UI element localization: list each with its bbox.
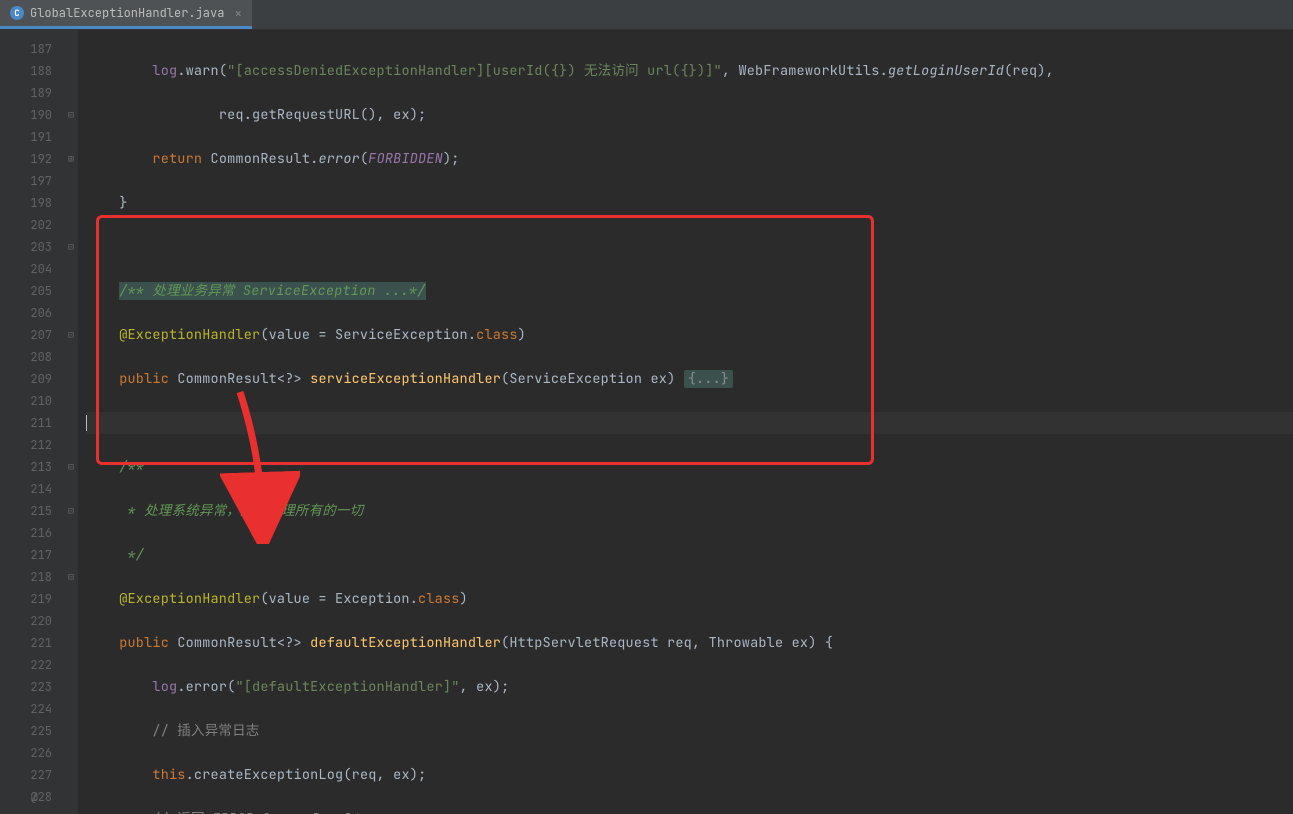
tab-bar: C GlobalExceptionHandler.java × bbox=[0, 0, 1293, 30]
line-number: 217 bbox=[0, 544, 52, 566]
line-number: 198 bbox=[0, 192, 52, 214]
line-number: 219 bbox=[0, 588, 52, 610]
code-line: @ExceptionHandler(value = ServiceExcepti… bbox=[86, 324, 1293, 346]
line-number: 226 bbox=[0, 742, 52, 764]
editor-body: 187 188 189 190 191 192 197 198 202 203 … bbox=[0, 30, 1293, 814]
line-number: 223 bbox=[0, 676, 52, 698]
fold-handle-icon[interactable]: ⊟ bbox=[64, 324, 78, 346]
folded-block[interactable]: {...} bbox=[684, 370, 734, 388]
tab-filename: GlobalExceptionHandler.java bbox=[30, 5, 224, 21]
code-editor[interactable]: log.warn("[accessDeniedExceptionHandler]… bbox=[78, 30, 1293, 814]
code-line: public CommonResult<?> serviceExceptionH… bbox=[86, 368, 1293, 390]
caret-line bbox=[86, 412, 1293, 434]
code-line: log.warn("[accessDeniedExceptionHandler]… bbox=[86, 60, 1293, 82]
line-number: 214 bbox=[0, 478, 52, 500]
line-number: 197 bbox=[0, 170, 52, 192]
code-line bbox=[86, 236, 1293, 258]
line-number: 221 bbox=[0, 632, 52, 654]
line-number: 225 bbox=[0, 720, 52, 742]
line-number: 224 bbox=[0, 698, 52, 720]
close-icon[interactable]: × bbox=[234, 5, 242, 22]
line-number: 212 bbox=[0, 434, 52, 456]
line-number: 189 bbox=[0, 82, 52, 104]
line-number-gutter[interactable]: 187 188 189 190 191 192 197 198 202 203 … bbox=[0, 30, 78, 814]
line-number: 205 bbox=[0, 280, 52, 302]
line-number: 208 bbox=[0, 346, 52, 368]
ide-window: C GlobalExceptionHandler.java × 187 188 … bbox=[0, 0, 1293, 814]
code-line: public CommonResult<?> defaultExceptionH… bbox=[86, 632, 1293, 654]
fold-handle-icon[interactable]: ⊟ bbox=[64, 500, 78, 522]
code-line: // 插入异常日志 bbox=[86, 720, 1293, 742]
code-line: this.createExceptionLog(req, ex); bbox=[86, 764, 1293, 786]
fold-handle-icon[interactable]: ⊞ bbox=[64, 148, 78, 170]
text-caret bbox=[86, 415, 87, 431]
code-line: /** 处理业务异常 ServiceException ...*/ bbox=[86, 280, 1293, 302]
code-line: */ bbox=[86, 544, 1293, 566]
line-number: 203 bbox=[0, 236, 52, 258]
fold-handle-icon[interactable]: ⊟ bbox=[64, 456, 78, 478]
line-number: 227 bbox=[0, 764, 52, 786]
code-line: } bbox=[86, 192, 1293, 214]
code-line: @ExceptionHandler(value = Exception.clas… bbox=[86, 588, 1293, 610]
line-number: 191 bbox=[0, 126, 52, 148]
line-number: 188 bbox=[0, 60, 52, 82]
line-number: 187 bbox=[0, 38, 52, 60]
code-line: /** bbox=[86, 456, 1293, 478]
line-number: 192 bbox=[0, 148, 52, 170]
code-line: * 处理系统异常，兜底处理所有的一切 bbox=[86, 500, 1293, 522]
code-line: req.getRequestURL(), ex); bbox=[86, 104, 1293, 126]
line-number: 218 bbox=[0, 566, 52, 588]
line-number: 204 bbox=[0, 258, 52, 280]
line-number: 202 bbox=[0, 214, 52, 236]
line-number: 220 bbox=[0, 610, 52, 632]
line-number: 215 bbox=[0, 500, 52, 522]
fold-handle-icon[interactable]: ⊟ bbox=[64, 236, 78, 258]
fold-handle-icon[interactable]: ⊟ bbox=[64, 566, 78, 588]
java-class-icon: C bbox=[10, 6, 24, 20]
code-line: return CommonResult.error(FORBIDDEN); bbox=[86, 148, 1293, 170]
line-number: 213 bbox=[0, 456, 52, 478]
line-number: 190 bbox=[0, 104, 52, 126]
fold-column[interactable]: ⊟ ⊞ ⊟ ⊟ ⊟ ⊟ ⊟ bbox=[64, 38, 78, 808]
fold-handle-icon[interactable]: ⊟ bbox=[64, 104, 78, 126]
line-number: 211 bbox=[0, 412, 52, 434]
line-number: 216 bbox=[0, 522, 52, 544]
file-tab[interactable]: C GlobalExceptionHandler.java × bbox=[0, 0, 252, 29]
line-number: 222 bbox=[0, 654, 52, 676]
line-number: 210 bbox=[0, 390, 52, 412]
code-line: log.error("[defaultExceptionHandler]", e… bbox=[86, 676, 1293, 698]
line-number: 206 bbox=[0, 302, 52, 324]
override-gutter-icon[interactable]: @ bbox=[31, 786, 38, 808]
line-number: 207 bbox=[0, 324, 52, 346]
line-number: 209 bbox=[0, 368, 52, 390]
code-line: // 返回 ERROR CommonResult bbox=[86, 808, 1293, 814]
